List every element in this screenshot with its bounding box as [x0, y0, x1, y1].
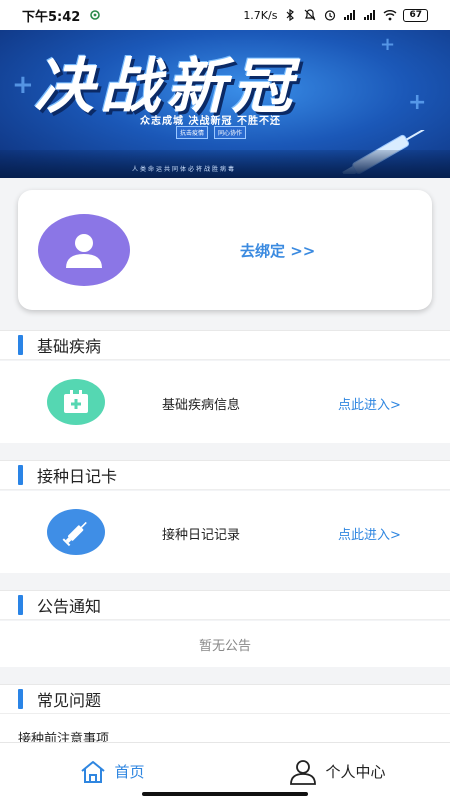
medical-kit-icon	[47, 379, 105, 425]
banner-subline: 众志成城 决战新冠 不胜不还	[140, 116, 281, 127]
plus-decoration-icon: +	[408, 90, 427, 115]
signal-1-icon	[344, 10, 356, 20]
bind-link[interactable]: 去绑定 >>	[240, 240, 315, 261]
status-time: 下午5:42	[22, 9, 81, 25]
row-label: 基础疾病信息	[162, 398, 241, 413]
section-header-basic-disease: 基础疾病	[0, 330, 450, 360]
promo-banner[interactable]: + + + 决战新冠 众志成城 决战新冠 不胜不还 抗击疫情 同心协作 人类命运…	[0, 30, 450, 178]
section-title: 基础疾病	[37, 337, 102, 356]
section-header-vaccination-diary: 接种日记卡	[0, 460, 450, 490]
plus-decoration-icon: +	[380, 34, 396, 55]
mute-icon	[305, 9, 316, 21]
section-header-announcements: 公告通知	[0, 590, 450, 620]
bluetooth-icon	[287, 9, 295, 21]
bind-card[interactable]: 去绑定 >>	[18, 190, 432, 310]
list-item-basic-disease[interactable]: 基础疾病信息 点此进入>	[0, 361, 450, 443]
plus-decoration-icon: +	[12, 70, 34, 100]
section-marker	[18, 689, 23, 709]
section-title: 常见问题	[37, 691, 102, 710]
syringe-icon	[47, 509, 105, 555]
section-marker	[18, 595, 23, 615]
empty-announcements-text: 暂无公告	[0, 621, 450, 667]
list-item-vaccination-diary[interactable]: 接种日记记录 点此进入>	[0, 491, 450, 573]
section-title: 接种日记卡	[37, 467, 118, 486]
tab-home-label: 首页	[114, 763, 145, 781]
signal-2-icon	[364, 10, 376, 20]
section-marker	[18, 465, 23, 485]
banner-tiny-text: 人类命运共同体必将战胜病毒	[132, 166, 237, 173]
home-icon	[81, 760, 106, 783]
row-label: 接种日记记录	[162, 528, 241, 543]
banner-tag: 同心协作	[214, 126, 247, 139]
enter-link[interactable]: 点此进入>	[338, 524, 401, 543]
list-item-faq[interactable]: 接种前注意事项	[0, 714, 450, 747]
avatar	[38, 214, 130, 286]
wifi-icon	[384, 10, 397, 21]
status-bar: 下午5:42 1.7K/s 67	[0, 0, 450, 30]
alarm-icon	[325, 10, 336, 21]
section-header-faq: 常见问题	[0, 684, 450, 714]
section-title: 公告通知	[37, 597, 102, 616]
tab-profile-label: 个人中心	[325, 763, 386, 781]
home-indicator[interactable]	[142, 792, 308, 796]
network-speed: 1.7K/s	[243, 8, 278, 22]
user-icon	[66, 234, 102, 268]
person-icon	[290, 759, 317, 785]
app-notification-icon	[90, 10, 101, 20]
section-marker	[18, 335, 23, 355]
enter-link[interactable]: 点此进入>	[338, 394, 401, 413]
banner-tag: 抗击疫情	[176, 126, 209, 139]
battery-icon: 67	[403, 8, 428, 22]
